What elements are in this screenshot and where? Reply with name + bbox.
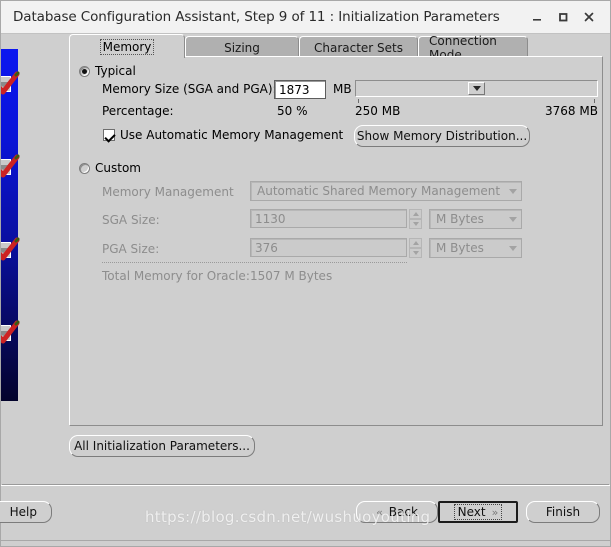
memory-size-value: 1873: [279, 82, 310, 97]
memory-tab-panel: Typical Memory Size (SGA and PGA): 1873 …: [69, 56, 603, 426]
chevron-down-icon: [509, 188, 517, 194]
sga-size-unit-combo[interactable]: M Bytes: [429, 209, 522, 229]
finish-label: Finish: [545, 505, 581, 519]
back-label: Back: [388, 505, 418, 519]
step-complete-check-4: [1, 320, 23, 346]
percentage-label: Percentage:: [102, 104, 174, 118]
wizard-nav-group: « Back Next » Finish: [356, 501, 600, 523]
footer-bar: Help « Back Next » Finish https://blog.c…: [0, 485, 610, 540]
pga-size-spinner[interactable]: [409, 238, 422, 258]
custom-radio-label: Custom: [95, 161, 141, 175]
tab-sizing[interactable]: Sizing: [185, 36, 299, 58]
main-body: Memory Sizing Character Sets Connection …: [1, 34, 610, 485]
sga-size-label: SGA Size:: [102, 213, 160, 227]
show-memory-distribution-button[interactable]: Show Memory Distribution...: [354, 125, 530, 147]
memory-size-slider[interactable]: [355, 80, 598, 97]
tab-bar: Memory Sizing Character Sets Connection …: [69, 34, 603, 62]
total-memory-label: Total Memory for Oracle:: [102, 269, 250, 283]
memory-management-combo[interactable]: Automatic Shared Memory Management: [250, 181, 522, 201]
slider-tick-min: [358, 99, 359, 103]
typical-radio-row[interactable]: Typical: [79, 64, 136, 78]
section-divider: [102, 262, 407, 263]
tab-connection-mode[interactable]: Connection Mode: [418, 34, 528, 62]
slider-tick-max: [594, 99, 595, 103]
tab-character-sets-label: Character Sets: [313, 40, 403, 55]
window-title: Database Configuration Assistant, Step 9…: [13, 9, 500, 25]
chevron-down-icon: [509, 216, 517, 222]
pga-size-label: PGA Size:: [102, 242, 160, 256]
slider-max-label: 3768 MB: [545, 104, 598, 118]
next-button[interactable]: Next »: [438, 501, 518, 523]
tab-memory[interactable]: Memory: [69, 34, 185, 58]
help-button[interactable]: Help: [0, 501, 52, 523]
show-memory-distribution-label: Show Memory Distribution...: [356, 129, 528, 143]
sga-spinner-down[interactable]: [409, 219, 422, 229]
amm-checkbox[interactable]: [103, 129, 115, 141]
finish-button[interactable]: Finish: [526, 501, 600, 523]
back-button[interactable]: « Back: [356, 501, 438, 523]
pga-spinner-up[interactable]: [409, 238, 422, 248]
memory-size-label: Memory Size (SGA and PGA):: [102, 82, 277, 96]
minimize-icon[interactable]: [524, 4, 550, 30]
percentage-value: 50 %: [277, 104, 308, 118]
pga-size-unit-value: M Bytes: [436, 241, 484, 255]
all-initialization-parameters-label: All Initialization Parameters...: [74, 439, 250, 453]
all-initialization-parameters-button[interactable]: All Initialization Parameters...: [69, 435, 255, 457]
steps-progress-strip: [1, 49, 20, 401]
memory-size-input[interactable]: 1873: [274, 80, 326, 99]
tab-memory-label: Memory: [99, 38, 155, 55]
total-memory-value: 1507 M Bytes: [250, 269, 333, 283]
custom-radio-row[interactable]: Custom: [79, 161, 141, 175]
pga-size-value: 376: [255, 240, 278, 255]
sga-spinner-up[interactable]: [409, 209, 422, 219]
slider-min-label: 250 MB: [355, 104, 401, 118]
chevron-down-icon: [509, 245, 517, 251]
pga-size-input[interactable]: 376: [250, 238, 407, 257]
typical-radio-label: Typical: [95, 64, 136, 78]
maximize-icon[interactable]: [550, 4, 576, 30]
sga-size-spinner[interactable]: [409, 209, 422, 229]
amm-checkbox-label: Use Automatic Memory Management: [120, 128, 344, 142]
window-bottom-edge: [1, 540, 610, 546]
close-icon[interactable]: [576, 4, 602, 30]
title-bar: Database Configuration Assistant, Step 9…: [1, 1, 610, 34]
pga-size-unit-combo[interactable]: M Bytes: [429, 238, 522, 258]
step-complete-check-2: [1, 154, 23, 180]
sga-size-unit-value: M Bytes: [436, 212, 484, 226]
memory-size-row: Memory Size (SGA and PGA):: [102, 82, 277, 96]
typical-radio[interactable]: [79, 65, 90, 77]
step-complete-check-1: [1, 71, 23, 97]
dbca-window: Database Configuration Assistant, Step 9…: [0, 0, 611, 547]
memory-management-label: Memory Management: [102, 185, 234, 199]
sga-size-value: 1130: [255, 211, 286, 226]
memory-size-slider-thumb[interactable]: [468, 82, 485, 95]
chevron-left-icon: «: [376, 505, 383, 519]
next-label: Next: [457, 505, 486, 519]
step-complete-check-3: [1, 237, 23, 263]
tab-character-sets[interactable]: Character Sets: [299, 36, 418, 58]
custom-radio[interactable]: [79, 162, 90, 174]
chevron-right-icon: »: [491, 505, 499, 519]
help-label: Help: [9, 505, 37, 519]
memory-management-value: Automatic Shared Memory Management: [257, 184, 501, 198]
amm-checkbox-row[interactable]: Use Automatic Memory Management: [103, 128, 343, 142]
tab-sizing-label: Sizing: [224, 40, 260, 55]
pga-spinner-down[interactable]: [409, 248, 422, 258]
memory-size-unit-label: MB: [333, 82, 352, 96]
sga-size-input[interactable]: 1130: [250, 209, 407, 228]
